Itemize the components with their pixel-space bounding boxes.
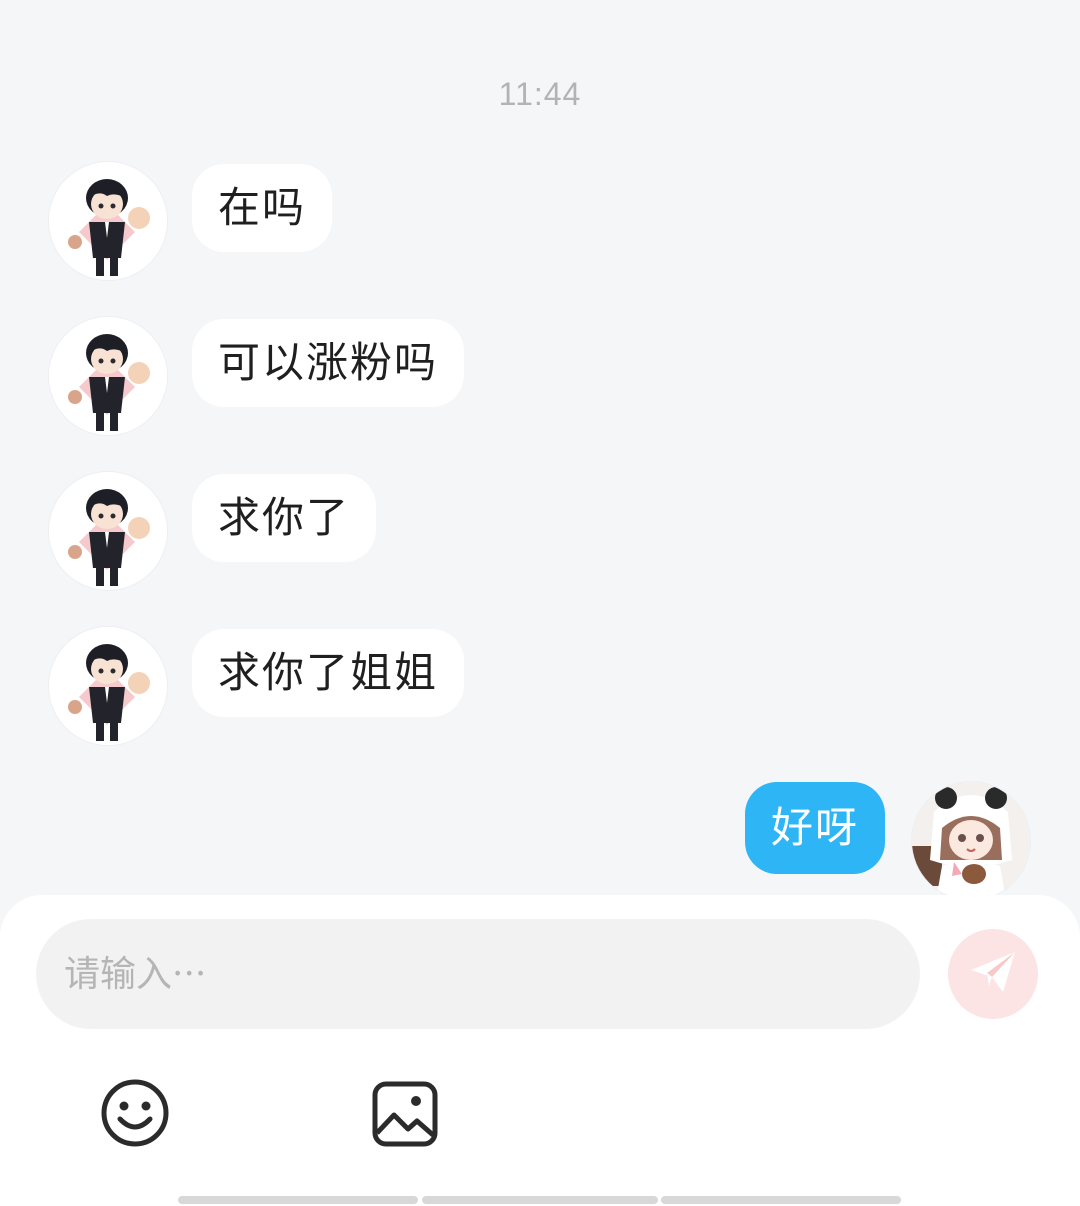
chat-area[interactable]: 11:44 在吗 可以涨粉吗 求你了 求你了姐姐 好呀: [0, 0, 1080, 900]
image-button[interactable]: [370, 1079, 442, 1151]
message-timestamp: 11:44: [498, 76, 582, 112]
message-row-outgoing: 好呀: [0, 782, 1080, 902]
message-bubble[interactable]: 求你了: [192, 474, 377, 562]
contact-avatar[interactable]: [49, 162, 167, 280]
contact-avatar[interactable]: [49, 317, 167, 435]
emoji-icon: [99, 1079, 171, 1153]
send-button[interactable]: [948, 929, 1038, 1019]
image-icon: [370, 1081, 440, 1153]
contact-avatar[interactable]: [49, 472, 167, 590]
message-row-incoming: 可以涨粉吗: [0, 317, 1080, 437]
home-indicator: [661, 1196, 901, 1204]
message-composer: [0, 895, 1080, 1206]
message-row-incoming: 求你了: [0, 472, 1080, 592]
home-indicator: [422, 1196, 658, 1204]
message-input[interactable]: [36, 919, 920, 1029]
user-avatar[interactable]: [912, 782, 1030, 900]
home-indicator: [178, 1196, 418, 1204]
message-row-incoming: 求你了姐姐: [0, 627, 1080, 747]
emoji-button[interactable]: [99, 1077, 171, 1149]
paper-plane-icon: [967, 946, 1019, 1002]
message-bubble[interactable]: 好呀: [745, 782, 886, 874]
message-bubble[interactable]: 可以涨粉吗: [192, 319, 465, 407]
message-row-incoming: 在吗: [0, 162, 1080, 282]
message-bubble[interactable]: 求你了姐姐: [192, 629, 465, 717]
contact-avatar[interactable]: [49, 627, 167, 745]
message-bubble[interactable]: 在吗: [192, 164, 333, 252]
